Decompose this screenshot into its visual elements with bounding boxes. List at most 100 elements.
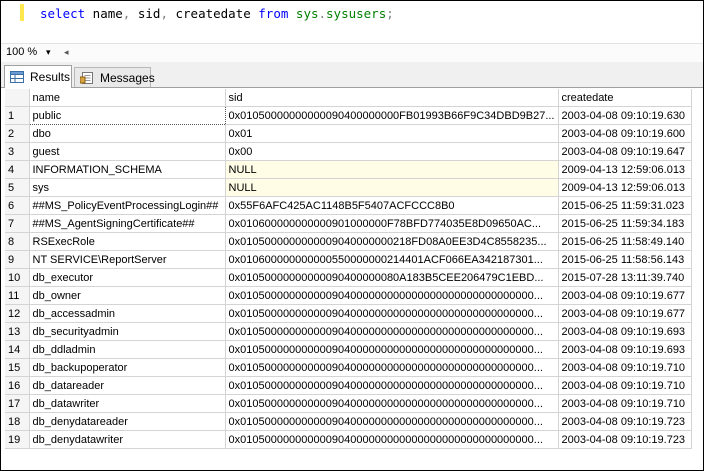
cell-createdate[interactable]: 2003-04-08 09:10:19.710: [558, 358, 692, 377]
table-row[interactable]: 6 ##MS_PolicyEventProcessingLogin## 0x55F6…: [5, 196, 692, 215]
cell-name[interactable]: db_datawriter: [29, 394, 226, 413]
row-header-corner[interactable]: [5, 89, 30, 107]
cell-sid[interactable]: 0x010600000000000550000000214401ACF066EA…: [225, 250, 559, 269]
column-header-sid[interactable]: sid: [225, 89, 559, 107]
cell-name[interactable]: dbo: [29, 124, 226, 143]
row-number[interactable]: 5: [5, 178, 30, 197]
cell-sid[interactable]: 0x55F6AFC425AC1148B5F5407ACFCCC8B0: [225, 196, 559, 215]
cell-name[interactable]: public: [28, 106, 226, 125]
table-row[interactable]: 14 db_ddladmin 0x0105000000000009040000000…: [5, 340, 692, 359]
cell-name[interactable]: db_executor: [29, 268, 226, 287]
row-number[interactable]: 18: [5, 412, 30, 431]
cell-createdate[interactable]: 2015-06-25 11:59:34.183: [558, 214, 692, 233]
cell-name[interactable]: sys: [29, 178, 226, 197]
scroll-left-icon[interactable]: ◂: [64, 45, 69, 60]
row-number[interactable]: 7: [5, 214, 30, 233]
row-number[interactable]: 3: [5, 142, 30, 161]
row-number[interactable]: 4: [5, 160, 30, 179]
cell-name[interactable]: db_datareader: [29, 376, 226, 395]
row-number[interactable]: 2: [5, 124, 30, 143]
cell-createdate[interactable]: 2015-06-25 11:58:49.140: [558, 232, 692, 251]
cell-createdate[interactable]: 2003-04-08 09:10:19.723: [558, 430, 692, 449]
cell-createdate[interactable]: 2015-07-28 13:11:39.740: [558, 268, 692, 287]
cell-name[interactable]: db_denydatawriter: [29, 430, 226, 449]
cell-createdate[interactable]: 2015-06-25 11:59:31.023: [558, 196, 692, 215]
cell-createdate[interactable]: 2003-04-08 09:10:19.677: [558, 304, 692, 323]
cell-name[interactable]: ##MS_PolicyEventProcessingLogin##: [29, 196, 226, 215]
table-row[interactable]: 5 sys NULL 2009-04-13 12:59:06.013: [5, 178, 692, 197]
cell-sid[interactable]: 0x01: [225, 124, 559, 143]
cell-name[interactable]: guest: [29, 142, 226, 161]
table-row[interactable]: 7 ##MS_AgentSigningCertificate## 0x0106000…: [5, 214, 692, 233]
cell-sid[interactable]: 0x01050000000000090400000000000000000000…: [225, 322, 559, 341]
cell-sid[interactable]: NULL: [225, 160, 559, 179]
row-number[interactable]: 8: [5, 232, 30, 251]
cell-createdate[interactable]: 2003-04-08 09:10:19.647: [558, 142, 692, 161]
query-text[interactable]: select name, sid, createdate from sys.sy…: [40, 6, 394, 21]
row-number[interactable]: 9: [5, 250, 30, 269]
cell-name[interactable]: db_accessadmin: [29, 304, 226, 323]
tab-results[interactable]: Results: [4, 65, 72, 88]
row-number[interactable]: 10: [5, 268, 30, 287]
cell-sid[interactable]: 0x01050000000000090400000080A183B5CEE206…: [225, 268, 559, 287]
row-number[interactable]: 13: [5, 322, 30, 341]
row-number[interactable]: 17: [5, 394, 30, 413]
table-row[interactable]: 12 db_accessadmin 0x0105000000000009040000…: [5, 304, 692, 323]
row-number[interactable]: 16: [5, 376, 30, 395]
cell-createdate[interactable]: 2003-04-08 09:10:19.710: [558, 376, 692, 395]
table-row[interactable]: 13 db_securityadmin 0x01050000000000090400…: [5, 322, 692, 341]
query-editor[interactable]: select name, sid, createdate from sys.sy…: [1, 1, 703, 43]
row-number[interactable]: 11: [5, 286, 30, 305]
table-row[interactable]: 10 db_executor 0x0105000000000009040000008…: [5, 268, 692, 287]
cell-name[interactable]: db_owner: [29, 286, 226, 305]
row-number[interactable]: 12: [5, 304, 30, 323]
cell-name[interactable]: NT SERVICE\ReportServer: [29, 250, 226, 269]
cell-createdate[interactable]: 2003-04-08 09:10:19.677: [558, 286, 692, 305]
cell-sid[interactable]: 0x01050000000000090400000000000000000000…: [225, 340, 559, 359]
cell-sid[interactable]: NULL: [225, 178, 559, 197]
row-number[interactable]: 15: [5, 358, 30, 377]
table-row[interactable]: 19 db_denydatawriter 0x0105000000000009040…: [5, 430, 692, 449]
cell-name[interactable]: db_securityadmin: [29, 322, 226, 341]
table-row[interactable]: 8 RSExecRole 0x010500000000000904000000021…: [5, 232, 692, 251]
cell-name[interactable]: RSExecRole: [29, 232, 226, 251]
cell-sid[interactable]: 0x00: [225, 142, 559, 161]
cell-name[interactable]: db_ddladmin: [29, 340, 226, 359]
cell-sid[interactable]: 0x01050000000000090400000000000000000000…: [225, 376, 559, 395]
cell-sid[interactable]: 0x01050000000000090400000000000000000000…: [225, 394, 559, 413]
column-header-createdate[interactable]: createdate: [558, 89, 692, 107]
row-number[interactable]: 14: [5, 340, 30, 359]
cell-sid[interactable]: 0x0105000000000009040000000218FD08A0EE3D…: [225, 232, 559, 251]
cell-sid[interactable]: 0x01050000000000090400000000000000000000…: [225, 358, 559, 377]
table-row[interactable]: 15 db_backupoperator 0x0105000000000009040…: [5, 358, 692, 377]
cell-name[interactable]: db_backupoperator: [29, 358, 226, 377]
cell-createdate[interactable]: 2015-06-25 11:58:56.143: [558, 250, 692, 269]
table-row[interactable]: 18 db_denydatareader 0x0105000000000009040…: [5, 412, 692, 431]
row-number[interactable]: 19: [5, 430, 30, 449]
row-number[interactable]: 6: [5, 196, 30, 215]
cell-sid[interactable]: 0x01050000000000090400000000FB01993B66F9…: [225, 106, 559, 125]
row-number[interactable]: 1: [5, 106, 30, 125]
cell-createdate[interactable]: 2003-04-08 09:10:19.693: [558, 322, 692, 341]
table-row[interactable]: 2 dbo 0x01 2003-04-08 09:10:19.600: [5, 124, 692, 143]
cell-sid[interactable]: 0x01050000000000090400000000000000000000…: [225, 412, 559, 431]
cell-name[interactable]: db_denydatareader: [29, 412, 226, 431]
cell-sid[interactable]: 0x01050000000000090400000000000000000000…: [225, 430, 559, 449]
cell-createdate[interactable]: 2003-04-08 09:10:19.723: [558, 412, 692, 431]
column-header-name[interactable]: name: [29, 89, 226, 107]
table-row[interactable]: 11 db_owner 0x0105000000000009040000000000…: [5, 286, 692, 305]
table-row[interactable]: 16 db_datareader 0x01050000000000090400000…: [5, 376, 692, 395]
cell-name[interactable]: INFORMATION_SCHEMA: [29, 160, 226, 179]
cell-createdate[interactable]: 2003-04-08 09:10:19.693: [558, 340, 692, 359]
cell-createdate[interactable]: 2009-04-13 12:59:06.013: [558, 178, 692, 197]
cell-createdate[interactable]: 2009-04-13 12:59:06.013: [558, 160, 692, 179]
cell-name[interactable]: ##MS_AgentSigningCertificate##: [29, 214, 226, 233]
table-row[interactable]: 17 db_datawriter 0x01050000000000090400000…: [5, 394, 692, 413]
chevron-down-icon[interactable]: ▾: [46, 45, 51, 60]
table-row[interactable]: 4 INFORMATION_SCHEMA NULL 2009-04-13 12:59:…: [5, 160, 692, 179]
table-row[interactable]: 9 NT SERVICE\ReportServer 0x01060000000000…: [5, 250, 692, 269]
tab-messages[interactable]: Messages: [74, 67, 155, 87]
cell-createdate[interactable]: 2003-04-08 09:10:19.710: [558, 394, 692, 413]
cell-sid[interactable]: 0x01050000000000090400000000000000000000…: [225, 304, 559, 323]
cell-sid[interactable]: 0x010600000000000901000000F78BFD774035E8…: [225, 214, 559, 233]
